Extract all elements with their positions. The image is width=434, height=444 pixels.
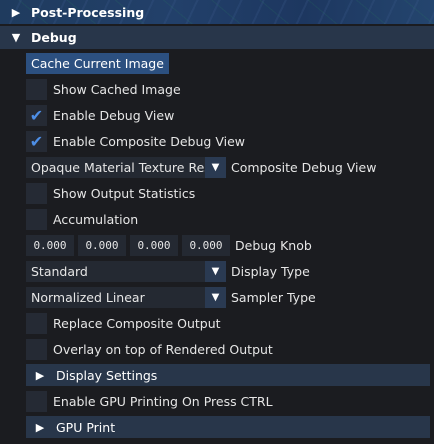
composite-debug-view-row: Opaque Material Texture Res ▼ Composite … xyxy=(26,156,376,178)
composite-debug-view-value: Opaque Material Texture Res xyxy=(31,159,205,175)
chevron-down-icon: ▼ xyxy=(205,156,226,178)
debug-knob-w-input[interactable]: 0.000 xyxy=(182,234,230,256)
enable-debug-view-checkbox[interactable]: ✔ xyxy=(26,104,47,126)
sampler-type-row: Normalized Linear ▼ Sampler Type xyxy=(26,286,316,308)
sampler-type-combo[interactable]: Normalized Linear ▼ xyxy=(26,286,226,308)
debug-knob-row: 0.000 0.000 0.000 0.000 Debug Knob xyxy=(26,234,312,256)
accumulation-label: Accumulation xyxy=(53,211,139,227)
display-type-value: Standard xyxy=(31,263,88,279)
display-type-row: Standard ▼ Display Type xyxy=(26,260,310,282)
debug-knob-z-input[interactable]: 0.000 xyxy=(130,234,178,256)
debug-knob-x-input[interactable]: 0.000 xyxy=(26,234,74,256)
replace-composite-output-row: Replace Composite Output xyxy=(26,312,221,334)
accumulation-row: Accumulation xyxy=(26,208,138,230)
show-cached-image-label: Show Cached Image xyxy=(53,81,181,97)
triangle-down-icon: ▼ xyxy=(11,31,21,44)
debug-header[interactable]: ▼ Debug xyxy=(0,26,434,49)
enable-composite-debug-view-checkbox[interactable]: ✔ xyxy=(26,130,47,152)
overlay-on-top-label: Overlay on top of Rendered Output xyxy=(53,341,273,357)
gpu-print-header[interactable]: ▶ GPU Print xyxy=(26,416,430,438)
show-cached-image-row: Show Cached Image xyxy=(26,78,181,100)
display-settings-label: Display Settings xyxy=(56,367,158,383)
sampler-type-label: Sampler Type xyxy=(231,289,316,305)
cache-current-image-button[interactable]: Cache Current Image xyxy=(26,52,169,74)
post-processing-header[interactable]: ▶ Post-Processing xyxy=(0,0,434,24)
show-output-statistics-label: Show Output Statistics xyxy=(53,185,196,201)
triangle-right-icon: ▶ xyxy=(35,420,45,434)
composite-debug-view-label: Composite Debug View xyxy=(231,159,377,175)
overlay-on-top-checkbox[interactable] xyxy=(26,338,47,360)
debug-label: Debug xyxy=(31,30,77,45)
gpu-print-label: GPU Print xyxy=(56,419,116,435)
replace-composite-output-label: Replace Composite Output xyxy=(53,315,221,331)
post-processing-label: Post-Processing xyxy=(31,4,145,20)
enable-gpu-printing-checkbox[interactable] xyxy=(26,390,47,412)
enable-debug-view-label: Enable Debug View xyxy=(53,107,175,123)
debug-knob-label: Debug Knob xyxy=(235,237,312,253)
chevron-down-icon: ▼ xyxy=(205,286,226,308)
show-output-statistics-row: Show Output Statistics xyxy=(26,182,195,204)
checkmark-icon: ✔ xyxy=(29,105,44,125)
sampler-type-value: Normalized Linear xyxy=(31,289,145,305)
display-settings-header[interactable]: ▶ Display Settings xyxy=(26,364,430,386)
enable-gpu-printing-row: Enable GPU Printing On Press CTRL xyxy=(26,390,273,412)
triangle-right-icon: ▶ xyxy=(11,5,21,19)
replace-composite-output-checkbox[interactable] xyxy=(26,312,47,334)
show-output-statistics-checkbox[interactable] xyxy=(26,182,47,204)
display-type-combo[interactable]: Standard ▼ xyxy=(26,260,226,282)
composite-debug-view-combo[interactable]: Opaque Material Texture Res ▼ xyxy=(26,156,226,178)
show-cached-image-checkbox[interactable] xyxy=(26,78,47,100)
overlay-on-top-row: Overlay on top of Rendered Output xyxy=(26,338,273,360)
checkmark-icon: ✔ xyxy=(29,131,44,151)
enable-composite-debug-view-row: ✔ Enable Composite Debug View xyxy=(26,130,245,152)
accumulation-checkbox[interactable] xyxy=(26,208,47,230)
enable-debug-view-row: ✔ Enable Debug View xyxy=(26,104,174,126)
triangle-right-icon: ▶ xyxy=(35,368,45,382)
chevron-down-icon: ▼ xyxy=(205,260,226,282)
enable-composite-debug-view-label: Enable Composite Debug View xyxy=(53,133,245,149)
display-type-label: Display Type xyxy=(231,263,310,279)
debug-knob-y-input[interactable]: 0.000 xyxy=(78,234,126,256)
enable-gpu-printing-label: Enable GPU Printing On Press CTRL xyxy=(53,393,273,409)
